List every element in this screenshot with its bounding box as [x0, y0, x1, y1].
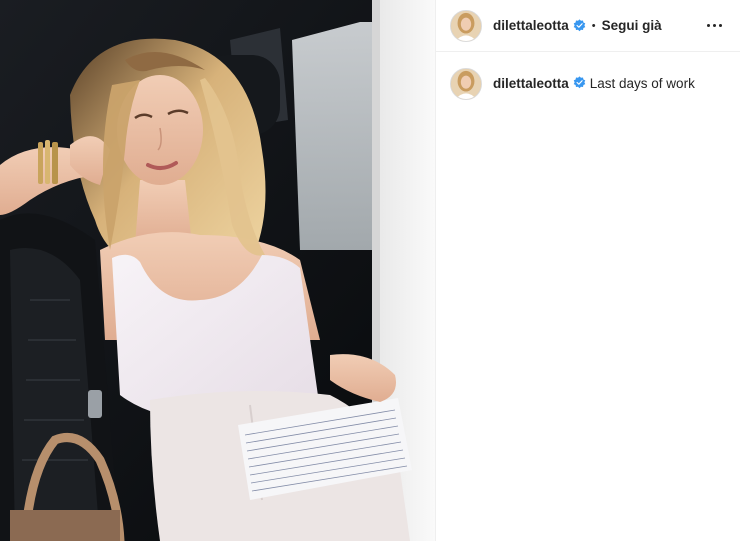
- caption-author-avatar[interactable]: [450, 68, 482, 100]
- header-separator: •: [591, 19, 596, 32]
- caption-text-block: dilettaleotta Last days of work: [493, 75, 695, 93]
- post-side-panel: dilettaleotta • Segui già dilettaleotta …: [435, 0, 740, 541]
- verified-badge-icon: [573, 76, 586, 89]
- avatar-image: [451, 69, 481, 99]
- avatar-image: [451, 10, 481, 41]
- author-avatar[interactable]: [450, 9, 482, 42]
- caption-username[interactable]: dilettaleotta: [493, 76, 569, 91]
- instagram-post: dilettaleotta • Segui già dilettaleotta …: [0, 0, 740, 541]
- more-options-icon[interactable]: [702, 14, 726, 38]
- post-header: dilettaleotta • Segui già: [436, 0, 740, 52]
- post-caption: dilettaleotta Last days of work: [436, 52, 740, 100]
- post-photo[interactable]: [0, 0, 435, 541]
- verified-badge-icon: [573, 19, 586, 32]
- photo-illustration: [0, 0, 435, 541]
- caption-body: Last days of work: [589, 76, 695, 91]
- author-username[interactable]: dilettaleotta: [493, 18, 569, 33]
- follow-status-button[interactable]: Segui già: [602, 18, 662, 33]
